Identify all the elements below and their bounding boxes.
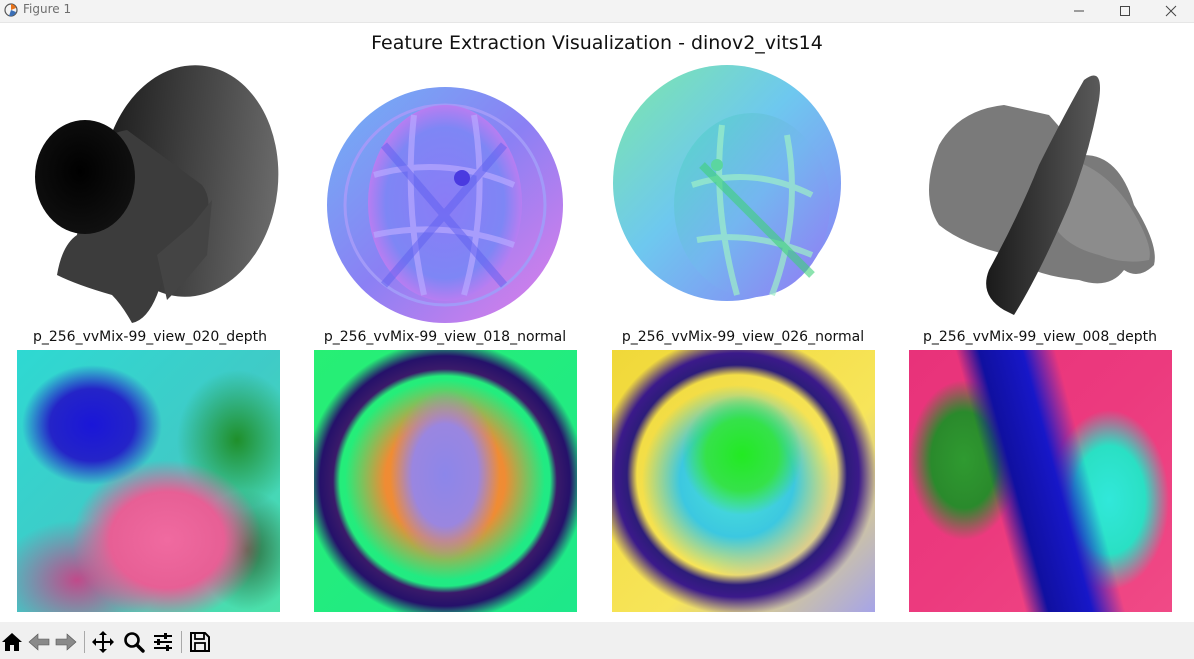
- panel-label-2: p_256_vvMix-99_view_018_normal: [323, 329, 567, 345]
- pan-move-icon: [92, 631, 114, 653]
- feature-map-3: [612, 350, 875, 612]
- maximize-icon: [1120, 6, 1130, 16]
- feature-map-4: [909, 350, 1172, 612]
- save-floppy-icon: [190, 632, 210, 652]
- zoom-magnifier-icon: [124, 632, 145, 653]
- home-icon: [2, 633, 22, 651]
- feature-map-2: [314, 350, 577, 612]
- toolbar-separator: [181, 631, 182, 653]
- matplotlib-app-icon: [4, 3, 18, 17]
- minimize-icon: [1074, 10, 1084, 12]
- home-button[interactable]: [0, 630, 24, 654]
- panel-label-4: p_256_vvMix-99_view_008_depth: [922, 329, 1157, 345]
- back-button[interactable]: [27, 630, 51, 654]
- panel-label-3: p_256_vvMix-99_view_026_normal: [621, 329, 865, 345]
- window-title: Figure 1: [23, 2, 72, 16]
- close-icon: [1165, 5, 1177, 17]
- window-titlebar: Figure 1: [0, 0, 1194, 23]
- normal-render-image-2: [327, 87, 563, 323]
- depth-render-image-4: [929, 75, 1155, 315]
- normal-render-image-3: [613, 65, 841, 301]
- panel-label-1: p_256_vvMix-99_view_020_depth: [32, 329, 267, 345]
- minimize-button[interactable]: [1056, 0, 1102, 22]
- feature-map-1: [17, 350, 280, 612]
- forward-button[interactable]: [54, 630, 78, 654]
- forward-arrow-icon: [55, 633, 77, 651]
- save-button[interactable]: [188, 630, 212, 654]
- configure-subplots-icon: [154, 633, 172, 651]
- maximize-button[interactable]: [1102, 0, 1148, 22]
- figure-title: Feature Extraction Visualization - dinov…: [371, 32, 823, 54]
- zoom-button[interactable]: [122, 630, 146, 654]
- configure-subplots-button[interactable]: [151, 630, 175, 654]
- depth-render-image-1: [35, 65, 279, 323]
- navigation-toolbar: [0, 622, 1194, 659]
- pan-button[interactable]: [91, 630, 115, 654]
- toolbar-separator: [84, 631, 85, 653]
- close-button[interactable]: [1148, 0, 1194, 22]
- back-arrow-icon: [28, 633, 50, 651]
